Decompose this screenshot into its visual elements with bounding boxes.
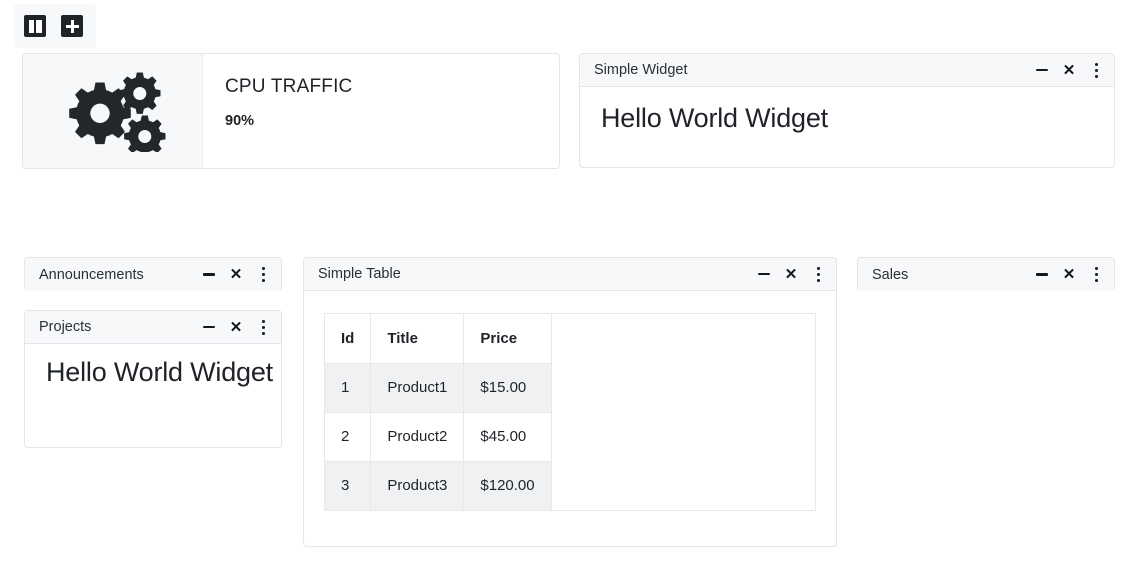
panel-title: Projects: [39, 319, 92, 335]
minimize-button[interactable]: [1035, 266, 1049, 284]
simple-table-header: Simple Table ✕: [304, 258, 836, 291]
cell-title: Product2: [370, 412, 465, 462]
table-row[interactable]: 1 Product1 $15.00: [325, 363, 552, 413]
minimize-button[interactable]: [757, 265, 771, 283]
panel-actions: ✕: [202, 266, 270, 284]
minimize-button[interactable]: [202, 266, 216, 284]
close-icon: ✕: [1062, 266, 1076, 283]
projects-header: Projects ✕: [25, 311, 281, 344]
simple-widget-panel: Simple Widget ✕ Hello World Widget: [579, 53, 1115, 168]
cpu-traffic-card: CPU TRAFFIC 90%: [22, 53, 560, 169]
cell-title: Product1: [370, 363, 465, 413]
products-table: Id Title Price 1 Product1 $15.00 2 Produ…: [325, 314, 552, 510]
table-header-row: Id Title Price: [325, 314, 552, 364]
announcements-header: Announcements ✕: [25, 258, 281, 291]
column-header-title[interactable]: Title: [370, 314, 465, 364]
close-button[interactable]: ✕: [229, 318, 243, 336]
simple-widget-body: Hello World Widget: [580, 87, 1114, 134]
minimize-icon: [758, 272, 770, 276]
cell-title: Product3: [370, 461, 465, 510]
widget-body-text: Hello World Widget: [601, 103, 828, 133]
minimize-icon: [1036, 68, 1048, 72]
add-widget-button[interactable]: [61, 15, 83, 37]
cpu-icon-container: [23, 54, 203, 168]
panel-title: Announcements: [39, 266, 144, 283]
table-head: Id Title Price: [325, 314, 552, 364]
minimize-icon: [203, 325, 215, 329]
announcements-panel: Announcements ✕: [24, 257, 282, 291]
minimize-icon: [1036, 273, 1048, 276]
menu-button[interactable]: [1089, 61, 1103, 79]
close-button[interactable]: ✕: [784, 265, 798, 283]
kebab-menu-icon: [1094, 267, 1098, 282]
close-button[interactable]: ✕: [229, 266, 243, 284]
sales-panel: Sales ✕: [857, 257, 1115, 291]
sales-header: Sales ✕: [858, 258, 1114, 291]
cell-id: 1: [325, 363, 372, 413]
minimize-button[interactable]: [1035, 61, 1049, 79]
close-button[interactable]: ✕: [1062, 266, 1076, 284]
projects-panel: Projects ✕ Hello World Widget: [24, 310, 282, 448]
panel-title: Simple Widget: [594, 62, 688, 78]
cpu-traffic-title: CPU TRAFFIC: [225, 76, 353, 97]
menu-button[interactable]: [811, 265, 825, 283]
kebab-menu-icon: [816, 266, 820, 282]
plus-icon: [65, 19, 79, 33]
cell-id: 2: [325, 412, 372, 462]
cell-price: $120.00: [463, 461, 552, 510]
kebab-menu-icon: [261, 319, 265, 335]
menu-button[interactable]: [256, 266, 270, 284]
close-icon: ✕: [784, 265, 798, 283]
close-icon: ✕: [229, 266, 243, 283]
minimize-button[interactable]: [202, 318, 216, 336]
panel-actions: ✕: [1035, 266, 1103, 284]
panel-actions: ✕: [1035, 61, 1103, 79]
widget-toolbar: [14, 4, 96, 48]
panel-actions: ✕: [202, 318, 270, 336]
cell-price: $15.00: [463, 363, 552, 413]
column-header-id[interactable]: Id: [325, 314, 372, 364]
table-container: Id Title Price 1 Product1 $15.00 2 Produ…: [324, 313, 816, 511]
simple-widget-header: Simple Widget ✕: [580, 54, 1114, 87]
cpu-text-container: CPU TRAFFIC 90%: [203, 54, 559, 168]
table-row[interactable]: 3 Product3 $120.00: [325, 461, 552, 510]
panel-title: Sales: [872, 266, 909, 283]
columns-icon: [28, 19, 42, 33]
gears-icon: [68, 72, 165, 152]
panel-title: Simple Table: [318, 266, 401, 282]
menu-button[interactable]: [256, 318, 270, 336]
column-header-price[interactable]: Price: [463, 314, 552, 364]
table-row[interactable]: 2 Product2 $45.00: [325, 412, 552, 462]
table-body: 1 Product1 $15.00 2 Product2 $45.00 3 Pr…: [325, 363, 552, 510]
minimize-icon: [203, 273, 215, 276]
widget-body-text: Hello World Widget: [46, 357, 273, 387]
close-button[interactable]: ✕: [1062, 61, 1076, 79]
cell-price: $45.00: [463, 412, 552, 462]
columns-layout-button[interactable]: [24, 15, 46, 37]
cell-id: 3: [325, 461, 372, 510]
cpu-traffic-value: 90%: [225, 113, 255, 129]
simple-table-body: Id Title Price 1 Product1 $15.00 2 Produ…: [304, 313, 836, 511]
close-icon: ✕: [1062, 61, 1076, 79]
projects-body: Hello World Widget: [25, 344, 281, 387]
close-icon: ✕: [229, 318, 243, 336]
menu-button[interactable]: [1089, 266, 1103, 284]
simple-table-panel: Simple Table ✕ Id Title Price 1 Product1…: [303, 257, 837, 547]
panel-actions: ✕: [757, 265, 825, 283]
kebab-menu-icon: [1094, 62, 1098, 78]
kebab-menu-icon: [261, 267, 265, 282]
